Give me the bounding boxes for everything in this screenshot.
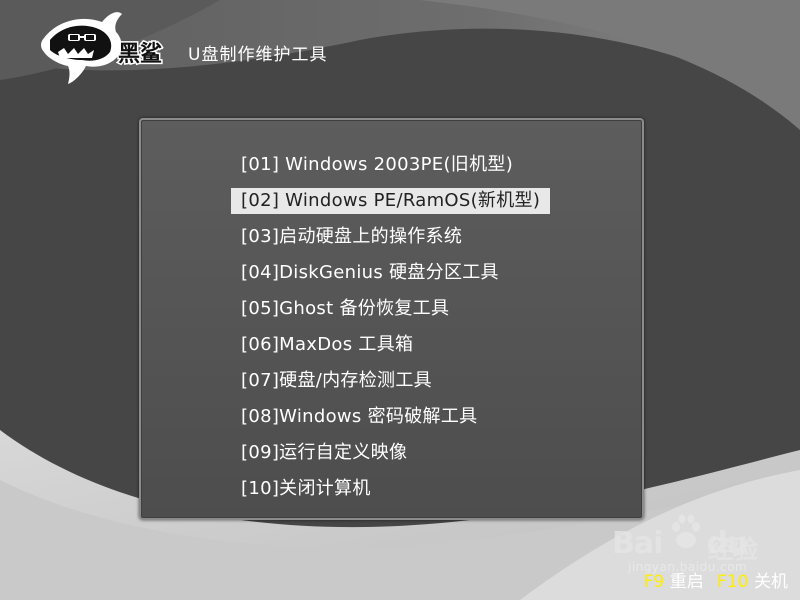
f9-label: 重启 bbox=[669, 572, 704, 592]
shark-logo: 黑鲨 bbox=[38, 8, 178, 88]
menu-item-09[interactable]: [09]运行自定义映像 bbox=[231, 440, 417, 466]
baidu-paw-icon bbox=[672, 514, 700, 548]
boot-menu-panel: [01] Windows 2003PE(旧机型) [02] Windows PE… bbox=[139, 118, 644, 520]
shark-logo-icon: 黑鲨 bbox=[41, 12, 164, 84]
menu-item-01[interactable]: [01] Windows 2003PE(旧机型) bbox=[231, 152, 523, 178]
menu-item-08[interactable]: [08]Windows 密码破解工具 bbox=[231, 404, 487, 430]
menu-item-06[interactable]: [06]MaxDos 工具箱 bbox=[231, 332, 423, 358]
f9-key[interactable]: F9 bbox=[644, 572, 665, 592]
watermark-brand-prefix: Bai bbox=[612, 526, 663, 561]
app-title: U盘制作维护工具 bbox=[188, 45, 328, 65]
menu-item-04[interactable]: [04]DiskGenius 硬盘分区工具 bbox=[231, 260, 509, 286]
hotkey-bar: F9 重启 F10 关机 bbox=[644, 567, 788, 592]
f10-key[interactable]: F10 bbox=[717, 572, 748, 592]
menu-item-05[interactable]: [05]Ghost 备份恢复工具 bbox=[231, 296, 459, 322]
menu-item-07[interactable]: [07]硬盘/内存检测工具 bbox=[231, 368, 442, 394]
menu-item-02[interactable]: [02] Windows PE/RamOS(新机型) bbox=[231, 188, 551, 214]
logo-text: 黑鲨 bbox=[118, 42, 162, 67]
f10-label: 关机 bbox=[754, 572, 788, 592]
menu-item-10[interactable]: [10]关闭计算机 bbox=[231, 476, 381, 502]
menu-item-03[interactable]: [03]启动硬盘上的操作系统 bbox=[231, 224, 472, 250]
